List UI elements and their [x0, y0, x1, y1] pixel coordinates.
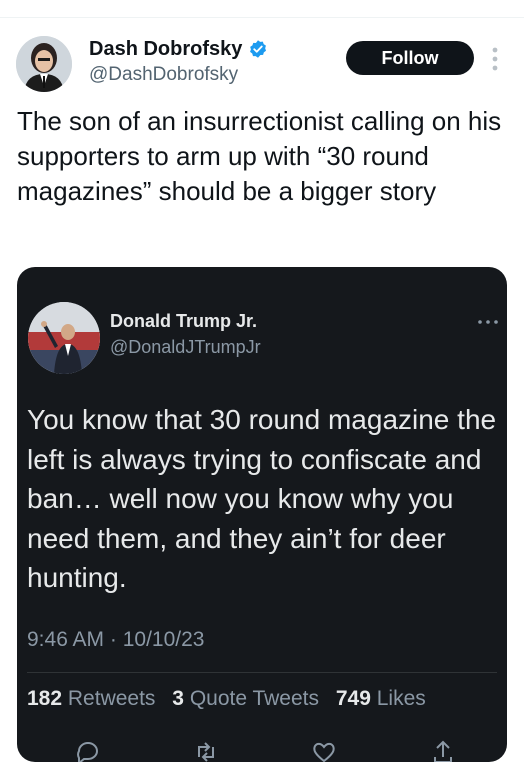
- like-icon[interactable]: [309, 737, 339, 762]
- embedded-author-avatar[interactable]: [28, 302, 100, 374]
- reply-icon[interactable]: [73, 737, 103, 762]
- embedded-author-name[interactable]: Donald Trump Jr.: [110, 311, 257, 332]
- retweets-label: Retweets: [67, 687, 156, 710]
- embedded-tweet[interactable]: Donald Trump Jr. @DonaldJTrumpJr You kno…: [17, 267, 507, 762]
- author-handle[interactable]: @DashDobrofsky: [89, 64, 268, 86]
- author-avatar[interactable]: [16, 36, 72, 92]
- follow-button[interactable]: Follow: [346, 41, 474, 75]
- quotes-label: Quote Tweets: [189, 687, 320, 710]
- embedded-timestamp[interactable]: 9:46 AM · 10/10/23: [27, 628, 204, 652]
- likes-count: 749: [335, 687, 371, 710]
- retweets-count: 182: [27, 687, 63, 710]
- more-vertical-icon[interactable]: [491, 46, 499, 72]
- embedded-author-handle[interactable]: @DonaldJTrumpJr: [110, 337, 261, 358]
- top-divider: [0, 17, 524, 18]
- quotes-count: 3: [172, 687, 184, 710]
- likes-stat[interactable]: 749 Likes: [336, 687, 426, 710]
- engagement-stats: 182 Retweets 3 Quote Tweets 749 Likes: [27, 687, 437, 711]
- share-icon[interactable]: [428, 737, 458, 762]
- embedded-tweet-text: You know that 30 round magazine the left…: [27, 404, 497, 593]
- author-name[interactable]: Dash Dobrofsky: [89, 38, 242, 61]
- more-horizontal-icon[interactable]: [477, 319, 499, 325]
- retweets-stat[interactable]: 182 Retweets: [27, 687, 155, 710]
- likes-label: Likes: [376, 687, 426, 710]
- verified-badge-icon: [250, 40, 267, 58]
- retweet-icon[interactable]: [191, 737, 221, 762]
- quotes-stat[interactable]: 3 Quote Tweets: [172, 687, 319, 710]
- tweet-text: The son of an insurrectionist calling on…: [17, 106, 502, 206]
- embedded-divider: [27, 672, 497, 673]
- action-bar: [17, 737, 507, 762]
